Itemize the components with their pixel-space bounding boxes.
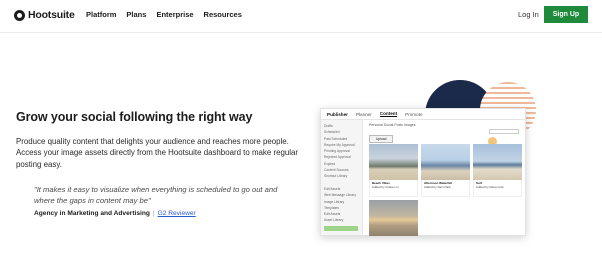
top-nav: Hootsuite Platform Plans Enterprise Reso…: [0, 0, 602, 30]
testimonial-attribution: Agency in Marketing and Advertising | G2…: [34, 210, 196, 217]
hero-body: Produce quality content that delights yo…: [16, 137, 299, 169]
tile-meta: Beach Vibes Added by Grace Lin: [369, 180, 418, 197]
sunset-thumbnail: [369, 200, 418, 236]
g2-reviewer-link[interactable]: G2 Reviewer: [158, 210, 196, 217]
tile-line: Added by Grace Lin: [372, 185, 399, 189]
dashboard-tabs: Publisher Planner Content Promote: [321, 109, 525, 120]
tab-promote: Promote: [405, 111, 423, 117]
sidebar-green-button: [324, 226, 358, 231]
sidebar-item: Asset Library: [324, 218, 344, 223]
dashboard-search-box: [489, 129, 519, 134]
nav-divider: [0, 32, 602, 33]
nav-links: Platform Plans Enterprise Resources: [86, 10, 242, 19]
beach-thumbnail: [473, 144, 522, 180]
tile-line: Added by Dana Cole: [476, 185, 504, 189]
brand-logo[interactable]: Hootsuite: [14, 9, 75, 21]
nav-link-plans[interactable]: Plans: [126, 10, 146, 19]
tile-meta: Surf Added by Dana Cole: [473, 180, 522, 197]
owl-logo-icon: [14, 9, 25, 21]
palm-beach-thumbnail: [369, 144, 418, 180]
signup-button[interactable]: Sign Up: [544, 6, 588, 23]
hero-headline: Grow your social following the right way: [16, 110, 253, 124]
dashboard-main: Personal Social Posts Images Upload Beac…: [365, 120, 525, 236]
dashboard-sidebar: Drafts Scheduled Past Scheduled Require …: [321, 120, 363, 235]
image-tile: Beach Vibes Added by Grace Lin: [369, 144, 418, 197]
tab-content: Content: [379, 111, 398, 117]
login-link[interactable]: Log In: [518, 10, 539, 19]
dashboard-brand: Publisher: [327, 111, 348, 117]
nav-link-platform[interactable]: Platform: [86, 10, 116, 19]
attribution-text: Agency in Marketing and Advertising: [34, 210, 150, 217]
image-tile: Afternoon Waterfall Added by Sam Park: [421, 144, 470, 197]
image-tile: [369, 200, 418, 236]
sidebar-item: Web Message Library: [324, 193, 357, 198]
tile-line: Added by Sam Park: [424, 185, 451, 189]
tile-meta: Afternoon Waterfall Added by Sam Park: [421, 180, 470, 197]
image-tile: Surf Added by Dana Cole: [473, 144, 522, 197]
upload-button: Upload: [369, 135, 394, 143]
dashboard-screenshot: Publisher Planner Content Promote Drafts…: [320, 108, 526, 236]
brand-name: Hootsuite: [28, 9, 75, 21]
coast-thumbnail: [421, 144, 470, 180]
nav-link-resources[interactable]: Resources: [204, 10, 242, 19]
testimonial-quote: "It makes it easy to visualize when ever…: [34, 185, 278, 206]
tab-planner: Planner: [355, 111, 372, 117]
attribution-separator: |: [152, 210, 155, 217]
image-grid: Beach Vibes Added by Grace Lin Afternoon…: [369, 144, 522, 236]
nav-link-enterprise[interactable]: Enterprise: [156, 10, 193, 19]
dashboard-breadcrumb: Personal Social Posts Images: [369, 123, 416, 127]
